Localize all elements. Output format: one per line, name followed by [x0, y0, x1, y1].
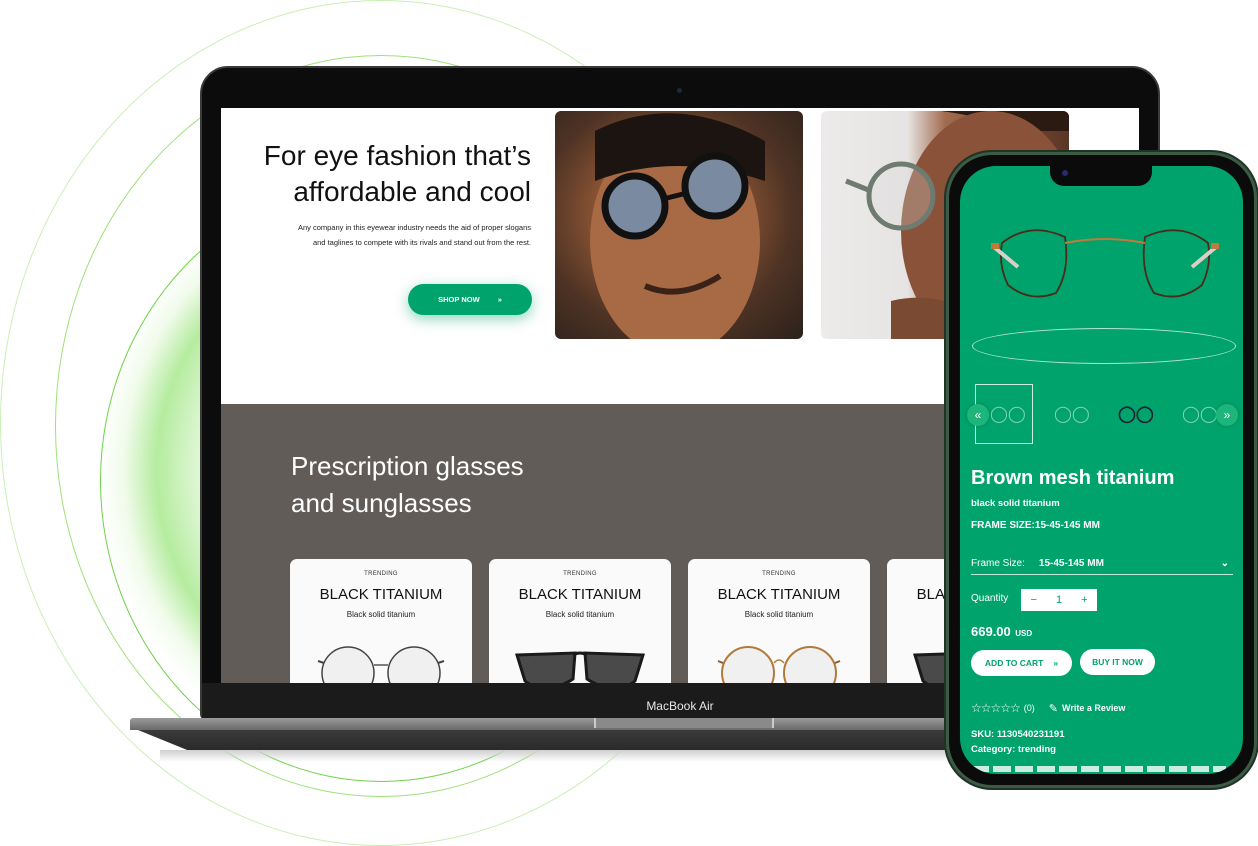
quantity-stepper: − 1 + — [1021, 589, 1097, 611]
pencil-icon: ✎ — [1048, 702, 1059, 715]
add-to-cart-button[interactable]: ADD TO CART » — [971, 650, 1072, 676]
card-title: BLACK TITANIUM — [717, 586, 841, 603]
laptop-camera — [677, 88, 682, 93]
price: 669.00 USD — [971, 623, 1032, 641]
product-card[interactable]: TRENDING BLACK TITANIUM Black solid tita… — [489, 559, 671, 683]
carousel-next-button[interactable]: » — [1216, 404, 1238, 426]
price-currency: USD — [1015, 629, 1033, 638]
buy-it-now-button[interactable]: BUY IT NOW — [1080, 649, 1155, 675]
product-pedestal — [972, 328, 1236, 364]
thumbnail-glasses-2[interactable]: ◯◯ — [1054, 404, 1090, 424]
section-title-line1: Prescription glasses — [291, 451, 524, 481]
thumbnail-glasses-4[interactable]: ◯◯ — [1182, 404, 1218, 424]
sunglasses-image — [515, 651, 645, 683]
card-title: BLACK TITANIUM — [319, 586, 443, 603]
card-subtitle: Black solid titanium — [545, 610, 615, 619]
frame-size-label: Frame Size: — [971, 557, 1025, 569]
hero-description: Any company in this eyewear industry nee… — [297, 223, 531, 247]
double-chevron-right-icon: » — [497, 295, 502, 304]
product-main-image — [991, 229, 1219, 298]
laptop-base — [130, 718, 960, 730]
quantity-value[interactable]: 1 — [1056, 594, 1062, 606]
minus-icon[interactable]: − — [1031, 594, 1037, 606]
product-card[interactable]: TRENDING BLACK TITANIUM Black solid tita… — [290, 559, 472, 683]
phone-camera — [1062, 170, 1068, 176]
shop-now-button[interactable]: SHOP NOW » — [408, 284, 532, 315]
chevron-down-icon: ⌄ — [1220, 557, 1229, 569]
double-chevron-left-icon: « — [974, 408, 982, 422]
add-to-cart-label: ADD TO CART — [984, 658, 1044, 668]
plus-icon[interactable]: + — [1081, 594, 1087, 606]
frame-size-select[interactable]: Frame Size: 15-45-145 MM ⌄ — [971, 552, 1233, 575]
card-subtitle: Black solid titanium — [346, 610, 416, 619]
thumbnail-glasses-3[interactable]: ◯◯ — [1118, 404, 1154, 424]
card-title: BLACK TITANIUM — [518, 586, 642, 603]
man-with-glasses-image — [590, 113, 765, 339]
write-review-link[interactable]: Write a Review — [1062, 703, 1125, 713]
glasses-image — [317, 646, 445, 683]
hero-title-line2: affordable and cool — [293, 176, 531, 207]
phone-screen: ◯◯ ◯◯ ◯◯ ◯◯ « » Brown mesh titanium blac… — [960, 166, 1243, 774]
rating-row: ☆☆☆☆☆ (0) ✎ Write a Review — [971, 701, 1125, 715]
laptop-base-bottom — [138, 730, 958, 750]
product-sku: SKU: 1130540231191 — [971, 729, 1065, 740]
hero-title: For eye fashion that’s affordable and co… — [221, 138, 531, 210]
product-subtitle: black solid titanium — [971, 498, 1060, 509]
quantity-label: Quantity — [971, 593, 1009, 604]
star-rating-icon[interactable]: ☆☆☆☆☆ — [971, 701, 1021, 715]
card-tag: TRENDING — [364, 571, 398, 577]
card-tag: TRENDING — [563, 571, 597, 577]
product-card[interactable]: TRENDING BLACK TITANIUM Black solid tita… — [688, 559, 870, 683]
laptop-hinge-notch — [594, 718, 774, 728]
section-title-line2: and sunglasses — [291, 488, 472, 518]
buy-now-label: BUY IT NOW — [1092, 657, 1143, 667]
glasses-image — [717, 646, 841, 683]
card-subtitle: Black solid titanium — [744, 610, 814, 619]
laptop-shadow — [160, 750, 960, 762]
hero-title-line1: For eye fashion that’s — [263, 140, 531, 171]
frame-size-heading: FRAME SIZE:15-45-145 MM — [971, 520, 1100, 531]
product-description-cutoff — [971, 766, 1226, 772]
double-chevron-right-icon: » — [1053, 658, 1059, 668]
thumbnail-glasses-1[interactable]: ◯◯ — [990, 404, 1026, 424]
double-chevron-right-icon: » — [1223, 408, 1231, 422]
product-name: Brown mesh titanium — [971, 467, 1175, 489]
shop-now-label: SHOP NOW — [438, 295, 480, 304]
product-category: Category: trending — [971, 744, 1056, 755]
review-count: (0) — [1023, 703, 1035, 713]
section-title: Prescription glasses and sunglasses — [291, 448, 524, 522]
card-tag: TRENDING — [762, 571, 796, 577]
price-amount: 669.00 — [971, 624, 1011, 639]
hero-photo-man — [555, 111, 803, 339]
frame-size-value: 15-45-145 MM — [1038, 557, 1104, 569]
carousel-prev-button[interactable]: « — [967, 404, 989, 426]
